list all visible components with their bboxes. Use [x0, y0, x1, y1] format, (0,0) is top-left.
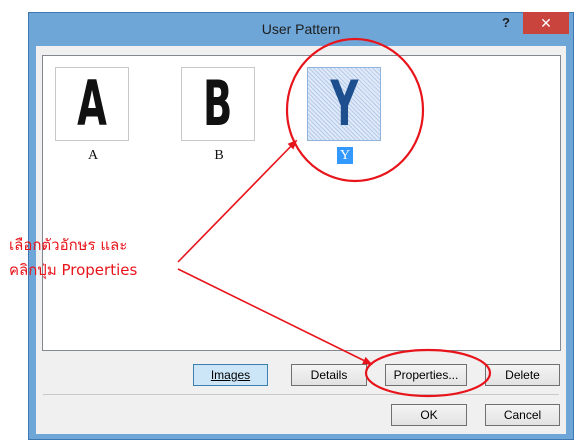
arrow-to-selection: [177, 139, 298, 263]
annotation-overlay: [177, 37, 492, 398]
arrow-to-properties: [177, 268, 373, 365]
properties-highlight-ellipse: [364, 348, 492, 398]
selection-highlight-circle: [285, 37, 425, 183]
